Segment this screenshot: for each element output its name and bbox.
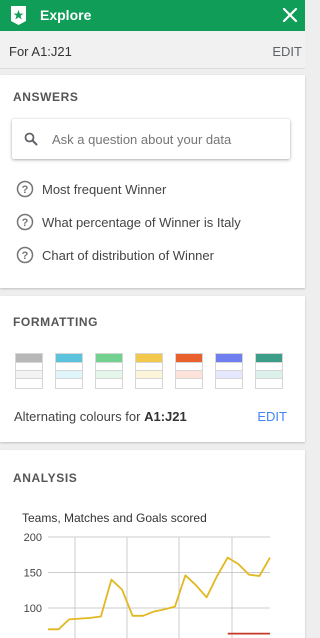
suggestion-chart-distribution[interactable]: ? Chart of distribution of Winner [16, 245, 214, 265]
color-swatch[interactable] [255, 353, 283, 389]
panel-title: Explore [40, 7, 92, 23]
swatch-row [136, 371, 162, 379]
color-swatch[interactable] [215, 353, 243, 389]
swatch-header-row [56, 354, 82, 363]
analysis-card: ANALYSIS Teams, Matches and Goals scored… [0, 450, 305, 638]
chart-y-tick-label: 100 [24, 603, 42, 615]
swatch-row [96, 371, 122, 379]
svg-text:?: ? [22, 250, 29, 262]
swatch-header-row [216, 354, 242, 363]
suggestion-text: What percentage of Winner is Italy [42, 214, 241, 230]
alt-label-prefix: Alternating colours for [14, 409, 145, 424]
swatch-row [16, 363, 42, 371]
swatch-row [136, 379, 162, 387]
swatch-header-row [256, 354, 282, 363]
swatch-header-row [16, 354, 42, 363]
explore-header: Explore [0, 0, 305, 31]
swatch-row [56, 379, 82, 387]
swatch-row [16, 379, 42, 387]
swatch-row [216, 363, 242, 371]
svg-text:?: ? [22, 184, 29, 196]
color-swatch[interactable] [175, 353, 203, 389]
range-bar: For A1:J21 EDIT [0, 31, 305, 69]
swatch-row [216, 371, 242, 379]
suggestion-most-frequent-winner[interactable]: ? Most frequent Winner [16, 179, 166, 199]
swatch-header-row [176, 354, 202, 363]
chart-y-tick-label: 150 [24, 568, 42, 580]
swatch-row [256, 363, 282, 371]
color-swatch[interactable] [55, 353, 83, 389]
swatch-row [136, 363, 162, 371]
alternating-colours-edit-button[interactable]: EDIT [257, 409, 287, 424]
swatch-header-row [136, 354, 162, 363]
formatting-card: FORMATTING Alternating colours for A1:J2… [0, 296, 305, 442]
answers-card: ANSWERS ? Most frequent Winner ? What pe… [0, 75, 305, 288]
swatch-row [256, 371, 282, 379]
suggestion-text: Most frequent Winner [42, 181, 167, 197]
search-box[interactable] [12, 119, 290, 159]
search-icon [24, 132, 38, 146]
chart-y-tick-label: 200 [24, 532, 42, 544]
svg-text:?: ? [22, 217, 29, 229]
search-input[interactable] [52, 129, 282, 149]
explore-icon [11, 6, 26, 25]
range-label: For A1:J21 [9, 44, 72, 59]
suggestion-percentage-italy[interactable]: ? What percentage of Winner is Italy [16, 212, 241, 232]
help-icon: ? [16, 246, 34, 264]
alternating-colours-label: Alternating colours for A1:J21 [14, 409, 187, 424]
analysis-chart[interactable]: 200 150 100 [0, 450, 305, 638]
swatch-row [176, 363, 202, 371]
answers-title: ANSWERS [13, 90, 79, 104]
swatch-row [176, 379, 202, 387]
swatch-header-row [96, 354, 122, 363]
swatch-row [96, 379, 122, 387]
range-edit-button[interactable]: EDIT [272, 44, 302, 59]
swatch-row [256, 379, 282, 387]
chart-series-line [48, 556, 271, 631]
swatch-row [96, 363, 122, 371]
close-icon[interactable] [281, 6, 299, 24]
alt-label-range: A1:J21 [144, 409, 187, 424]
color-swatch[interactable] [135, 353, 163, 389]
help-icon: ? [16, 180, 34, 198]
formatting-title: FORMATTING [13, 315, 99, 329]
swatch-row [176, 371, 202, 379]
color-swatch[interactable] [15, 353, 43, 389]
help-icon: ? [16, 213, 34, 231]
swatch-row [16, 371, 42, 379]
swatch-row [56, 363, 82, 371]
color-swatch[interactable] [95, 353, 123, 389]
swatch-row [216, 379, 242, 387]
suggestion-text: Chart of distribution of Winner [42, 247, 214, 263]
swatch-row [56, 371, 82, 379]
